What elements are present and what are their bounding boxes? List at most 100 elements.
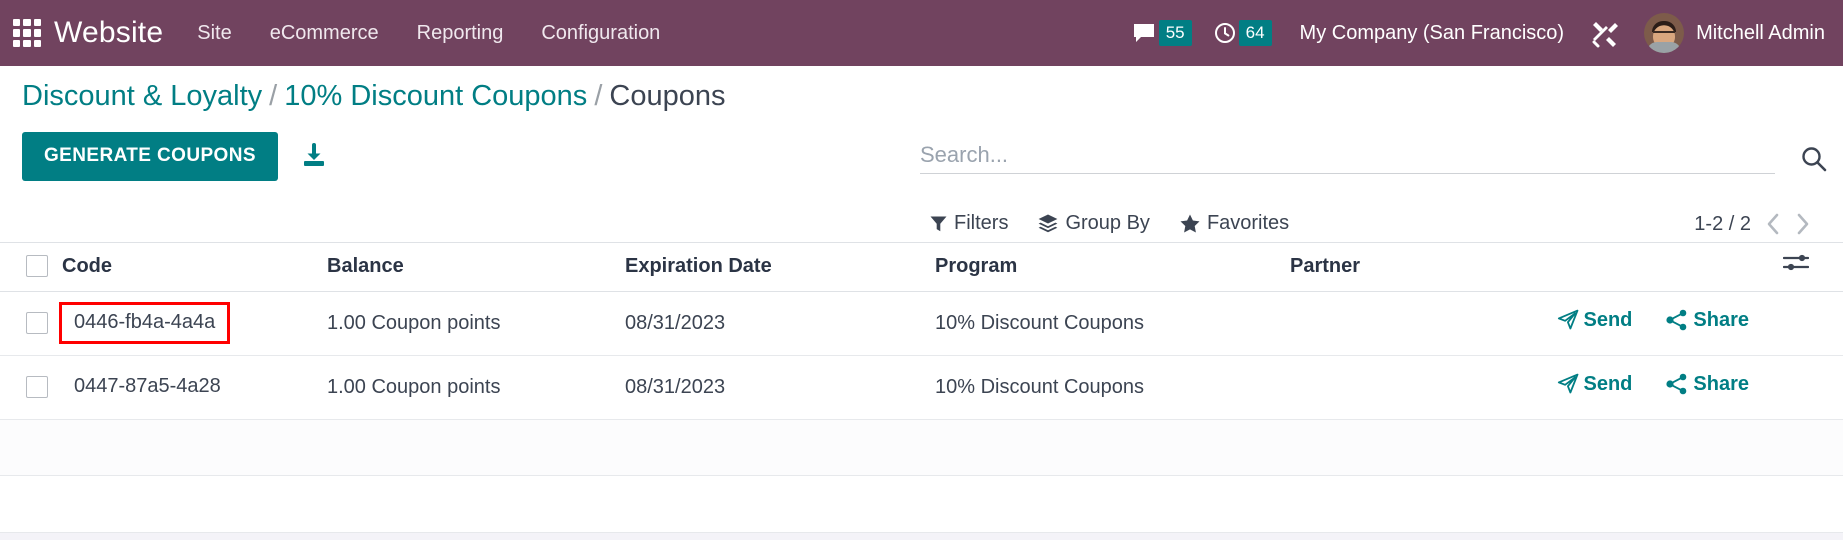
cell-balance[interactable]: 1.00 Coupon points: [327, 291, 625, 356]
row-optional-cell: [1783, 355, 1843, 420]
table-row[interactable]: 0446-fb4a-4a4a 1.00 Coupon points 08/31/…: [0, 291, 1843, 356]
share-label: Share: [1693, 308, 1749, 331]
chevron-left-icon[interactable]: [1765, 212, 1781, 236]
empty-cell: [0, 475, 1843, 533]
search-facets: Filters Group By Favorites: [930, 212, 1289, 235]
cell-partner[interactable]: [1290, 291, 1453, 356]
pager: 1-2 / 2: [1694, 212, 1811, 236]
company-switcher[interactable]: My Company (San Francisco): [1300, 22, 1565, 45]
menu-item-configuration[interactable]: Configuration: [541, 22, 660, 45]
paper-plane-icon: [1557, 373, 1579, 395]
action-button-row: GENERATE COUPONS: [22, 132, 725, 182]
menu-item-site[interactable]: Site: [197, 22, 231, 45]
messages-count-badge: 55: [1158, 20, 1192, 46]
select-all-checkbox-cell: [0, 242, 62, 292]
table-aggregate-row: [0, 419, 1843, 476]
chevron-right-icon[interactable]: [1795, 212, 1811, 236]
cell-actions: Send Share: [1453, 355, 1783, 420]
cell-program[interactable]: 10% Discount Coupons: [935, 291, 1290, 356]
page-footer-strip: [0, 533, 1843, 540]
generate-coupons-button[interactable]: GENERATE COUPONS: [22, 132, 278, 182]
control-panel-left: Discount & Loyalty/10% Discount Coupons /…: [22, 78, 725, 182]
column-header-partner[interactable]: Partner: [1290, 242, 1453, 292]
table-body: 0446-fb4a-4a4a 1.00 Coupon points 08/31/…: [0, 291, 1843, 533]
table-empty-row: [0, 475, 1843, 533]
send-button[interactable]: Send: [1557, 372, 1633, 396]
group-by-dropdown[interactable]: Group By: [1038, 212, 1150, 235]
navbar-right-group: 55 64 My Company (San Francisco) Mitchel…: [1132, 13, 1825, 53]
send-label: Send: [1583, 372, 1633, 395]
column-header-program[interactable]: Program: [935, 242, 1290, 292]
breadcrumb-item-coupons: Coupons: [609, 80, 726, 112]
column-settings-icon[interactable]: [1783, 254, 1809, 278]
send-button[interactable]: Send: [1557, 308, 1633, 332]
cell-actions: Send Share: [1453, 291, 1783, 356]
favorites-dropdown[interactable]: Favorites: [1180, 212, 1289, 235]
cell-code[interactable]: 0446-fb4a-4a4a: [58, 291, 327, 356]
row-checkbox-cell: [0, 291, 62, 356]
menu-item-ecommerce[interactable]: eCommerce: [270, 22, 379, 45]
clock-icon: [1214, 22, 1236, 44]
breadcrumb-separator: /: [269, 80, 278, 112]
user-menu-mitchell-admin[interactable]: Mitchell Admin: [1696, 22, 1825, 45]
share-button[interactable]: Share: [1666, 309, 1749, 332]
code-value[interactable]: 0447-87a5-4a28: [62, 369, 233, 405]
row-checkbox[interactable]: [26, 312, 48, 335]
aggregate-cell: [0, 419, 1843, 476]
coupons-list-view: Code Balance Expiration Date Program Par…: [0, 242, 1843, 533]
paper-plane-icon: [1557, 309, 1579, 331]
cell-partner[interactable]: [1290, 355, 1453, 420]
row-optional-cell: [1783, 291, 1843, 356]
filter-funnel-icon: [930, 215, 947, 233]
row-checkbox-cell: [0, 355, 62, 420]
filters-label: Filters: [954, 212, 1009, 234]
pager-range[interactable]: 1-2 / 2: [1694, 213, 1751, 236]
breadcrumb-item-10-discount-coupons[interactable]: 10% Discount Coupons: [284, 80, 587, 112]
group-by-label: Group By: [1065, 212, 1150, 234]
share-nodes-icon: [1666, 373, 1688, 395]
column-header-expiration-date[interactable]: Expiration Date: [625, 242, 935, 292]
search-input[interactable]: [920, 142, 1775, 168]
import-download-icon[interactable]: [300, 142, 328, 171]
row-checkbox[interactable]: [26, 376, 48, 399]
share-label: Share: [1693, 372, 1749, 395]
top-navbar: Website Site eCommerce Reporting Configu…: [0, 0, 1843, 66]
cell-expiration-date[interactable]: 08/31/2023: [625, 291, 935, 356]
avatar[interactable]: [1644, 13, 1685, 53]
column-header-actions: [1453, 242, 1783, 292]
layers-icon: [1038, 214, 1058, 233]
search-icon[interactable]: [1799, 144, 1829, 174]
send-label: Send: [1583, 308, 1633, 331]
table-header-row: Code Balance Expiration Date Program Par…: [0, 242, 1843, 292]
control-panel: Discount & Loyalty/10% Discount Coupons /…: [0, 66, 1843, 242]
table-row[interactable]: 0447-87a5-4a28 1.00 Coupon points 08/31/…: [0, 355, 1843, 420]
activities-counter[interactable]: 64: [1214, 20, 1272, 46]
search-bar[interactable]: [920, 142, 1775, 174]
breadcrumb: Discount & Loyalty/10% Discount Coupons /…: [22, 78, 725, 114]
favorites-label: Favorites: [1206, 212, 1290, 234]
share-nodes-icon: [1666, 309, 1688, 331]
star-icon: [1180, 214, 1200, 233]
breadcrumb-separator: /: [594, 80, 603, 112]
cell-program[interactable]: 10% Discount Coupons: [935, 355, 1290, 420]
optional-columns-cell: [1783, 242, 1843, 292]
table-header: Code Balance Expiration Date Program Par…: [0, 242, 1843, 292]
cell-code[interactable]: 0447-87a5-4a28: [62, 355, 327, 420]
coupons-table: Code Balance Expiration Date Program Par…: [0, 242, 1843, 533]
filters-dropdown[interactable]: Filters: [930, 212, 1008, 235]
share-button[interactable]: Share: [1666, 373, 1749, 396]
cell-balance[interactable]: 1.00 Coupon points: [327, 355, 625, 420]
chat-bubble-icon: [1132, 22, 1156, 44]
code-value-highlighted[interactable]: 0446-fb4a-4a4a: [58, 302, 231, 344]
breadcrumb-item-discount-loyalty[interactable]: Discount & Loyalty: [22, 80, 262, 112]
select-all-checkbox[interactable]: [26, 255, 48, 278]
activities-count-badge: 64: [1238, 20, 1272, 46]
cell-expiration-date[interactable]: 08/31/2023: [625, 355, 935, 420]
column-header-code[interactable]: Code: [62, 242, 327, 292]
messages-counter[interactable]: 55: [1132, 20, 1192, 46]
wrench-screwdriver-icon[interactable]: [1590, 18, 1620, 48]
app-brand-website[interactable]: Website: [54, 16, 163, 50]
apps-grid-icon[interactable]: [10, 16, 44, 50]
menu-item-reporting[interactable]: Reporting: [417, 22, 504, 45]
column-header-balance[interactable]: Balance: [327, 242, 625, 292]
